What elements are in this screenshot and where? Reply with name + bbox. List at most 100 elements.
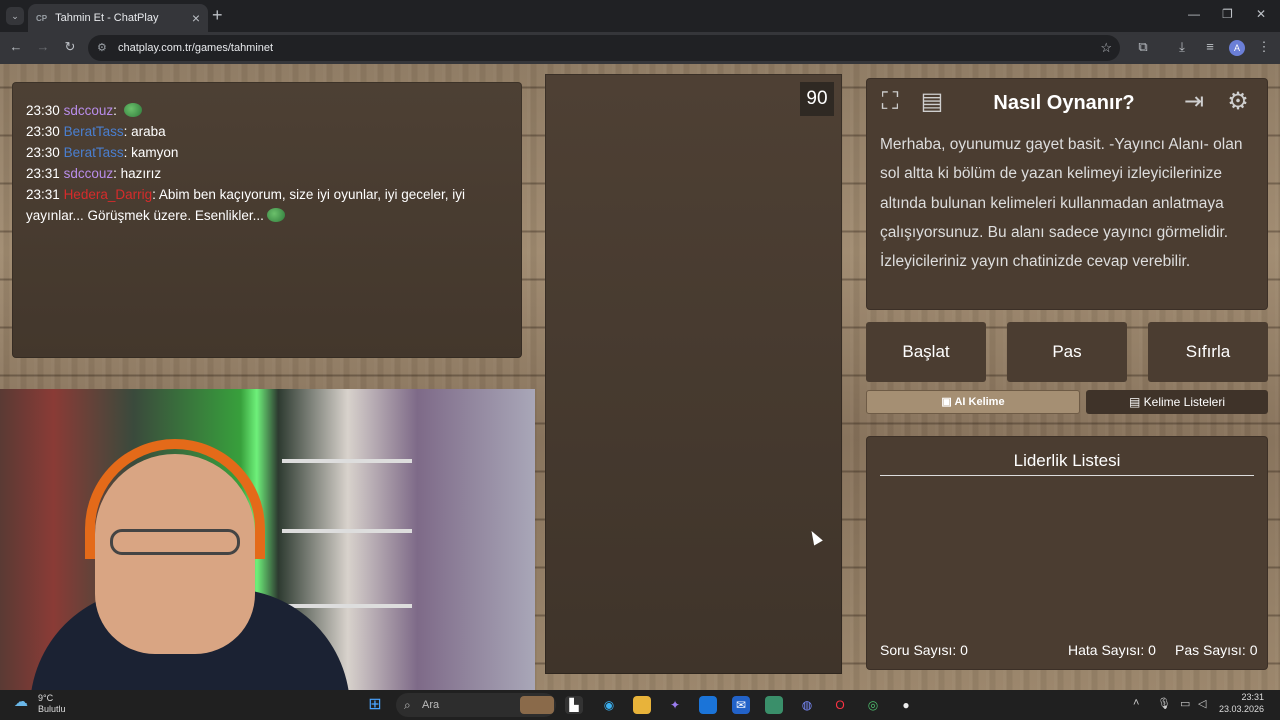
cloud-icon: ☁ [14,693,28,709]
close-tab-icon[interactable]: × [192,10,200,26]
message-time: 23:31 [26,166,60,181]
questions-count: Soru Sayısı: 0 [880,642,968,658]
tray-chevron-icon[interactable]: ˄ [1133,697,1139,709]
bookmark-star-icon[interactable]: ☆ [1100,35,1112,61]
media-icon[interactable]: ≡ [1201,39,1219,54]
minimize-button[interactable]: — [1188,7,1200,21]
reset-button[interactable]: Sıfırla [1148,322,1268,382]
restore-button[interactable]: ❐ [1222,7,1233,21]
word-board [545,74,842,674]
message-text: hazırız [120,166,162,181]
exit-icon[interactable]: ⇥ [1178,86,1210,118]
address-bar[interactable]: ⚙ chatplay.com.tr/games/tahminet ☆ [88,35,1120,61]
pass-button[interactable]: Pas [1007,322,1127,382]
clock-date: 23.03.2026 [1218,704,1264,714]
weather-temp: 9°C [38,693,54,703]
copilot-icon[interactable]: ✦ [666,696,684,714]
info-text: Merhaba, oyunumuz gayet basit. -Yayıncı … [880,136,1243,271]
ai-word-label: AI Kelime [954,396,1005,408]
errors-count: Hata Sayısı: 0 [1068,642,1156,658]
new-tab-button[interactable]: + [212,5,223,26]
clock-time: 23:31 [1241,692,1264,702]
volume-icon[interactable]: ◁ [1198,697,1206,710]
message-user: BeratTass [63,124,124,139]
webcam-feed [0,389,535,690]
tab-title: Tahmin Et - ChatPlay [55,12,159,24]
divider [880,475,1254,476]
chat-message: 23:30 BeratTass: kamyon [26,145,179,160]
chat-message: 23:31 Hedera_Darrig: Abim ben kaçıyorum,… [26,187,465,223]
download-icon[interactable]: ⤓ [1173,39,1191,55]
how-to-play-panel: ⛶ ▤ Nasıl Oynanır? ⇥ ⚙ Merhaba, oyunumuz… [866,78,1268,310]
emote-icon [123,103,142,117]
message-text: araba [131,124,166,139]
settings-gear-icon[interactable]: ⚙ [1222,86,1254,118]
microphone-icon[interactable]: 🎙 [1157,697,1171,710]
windows-taskbar: ☁ 9°C Bulutlu ⊞ ⌕ Ara ▙ ◉ ✦ ✉ ◍ O ◎ ● ˄ 🎙… [0,690,1280,720]
system-clock[interactable]: 23:31 23.03.2026 [1219,691,1264,715]
tab-search-button[interactable]: ⌄ [6,7,24,25]
close-window-button[interactable]: ✕ [1256,7,1266,21]
chat-panel: 23:30 sdccouz: 23:30 BeratTass: araba 23… [12,82,522,358]
extensions-icon[interactable]: ⧉ [1134,39,1152,55]
search-icon: ⌕ [404,698,411,712]
favicon-icon: CP [36,13,48,23]
menu-icon[interactable]: ⋮ [1255,39,1273,55]
start-button[interactable]: Başlat [866,322,986,382]
browser-tab-strip: ⌄ CP Tahmin Et - ChatPlay × + — ❐ ✕ [0,0,1280,32]
network-icon[interactable]: ▭ [1180,697,1190,710]
weather-desc: Bulutlu [38,704,66,714]
shelf [282,604,412,608]
obs-icon[interactable]: ● [897,696,915,714]
outlook-icon[interactable]: ✉ [732,696,750,714]
shelf [282,529,412,533]
opera-icon[interactable]: O [831,696,849,714]
back-icon[interactable]: ← [7,39,25,54]
site-info-icon[interactable]: ⚙ [97,35,107,61]
search-placeholder: Ara [422,699,440,711]
info-title: Nasıl Oynanır? [993,92,1135,114]
message-user: sdccouz [63,166,114,181]
word-lists-button[interactable]: ▤ Kelime Listeleri [1086,390,1268,414]
start-menu-icon[interactable]: ⊞ [366,696,384,714]
message-user: sdccouz [63,103,114,118]
browser-tab[interactable]: CP Tahmin Et - ChatPlay × [28,4,208,32]
fullscreen-icon[interactable]: ⛶ [874,86,906,118]
game-page: 23:30 sdccouz: 23:30 BeratTass: araba 23… [0,64,1280,690]
edge-icon[interactable]: ◉ [600,696,618,714]
photos-icon[interactable] [765,696,783,714]
leaderboard-panel: Liderlik Listesi Soru Sayısı: 0 Hata Say… [866,436,1268,670]
profile-avatar[interactable]: A [1229,40,1245,56]
chat-message: 23:30 sdccouz: [26,100,508,121]
reload-icon[interactable]: ↻ [61,39,79,55]
message-text: kamyon [131,145,179,160]
url-text: chatplay.com.tr/games/tahminet [118,42,274,54]
emote-icon [266,208,285,222]
message-user: BeratTass [63,145,124,160]
search-highlight-icon[interactable] [520,696,554,714]
forward-icon[interactable]: → [34,39,52,54]
chrome-icon[interactable]: ◎ [864,696,882,714]
countdown-timer: 90 [800,82,834,116]
passes-count: Pas Sayısı: 0 [1175,642,1258,658]
list-icon: ▤ [1128,395,1141,409]
browser-toolbar: ← → ↻ ⚙ chatplay.com.tr/games/tahminet ☆… [0,32,1280,64]
message-time: 23:30 [26,103,60,118]
task-view-icon[interactable]: ▙ [565,696,583,714]
document-icon[interactable]: ▤ [916,86,948,118]
leaderboard-title: Liderlik Listesi [1013,451,1121,470]
store-icon[interactable] [699,696,717,714]
discord-icon[interactable]: ◍ [798,696,816,714]
ai-icon: ▣ [941,396,952,408]
message-user: Hedera_Darrig [63,187,153,202]
chat-message: 23:31 sdccouz: hazırız [26,166,162,181]
glasses [110,529,240,555]
chat-message: 23:30 BeratTass: araba [26,124,166,139]
word-lists-label: Kelime Listeleri [1143,395,1226,409]
message-time: 23:30 [26,124,60,139]
file-explorer-icon[interactable] [633,696,651,714]
ai-word-button[interactable]: ▣ AI Kelime [866,390,1080,414]
shelf [282,459,412,463]
message-time: 23:30 [26,145,60,160]
message-time: 23:31 [26,187,60,202]
